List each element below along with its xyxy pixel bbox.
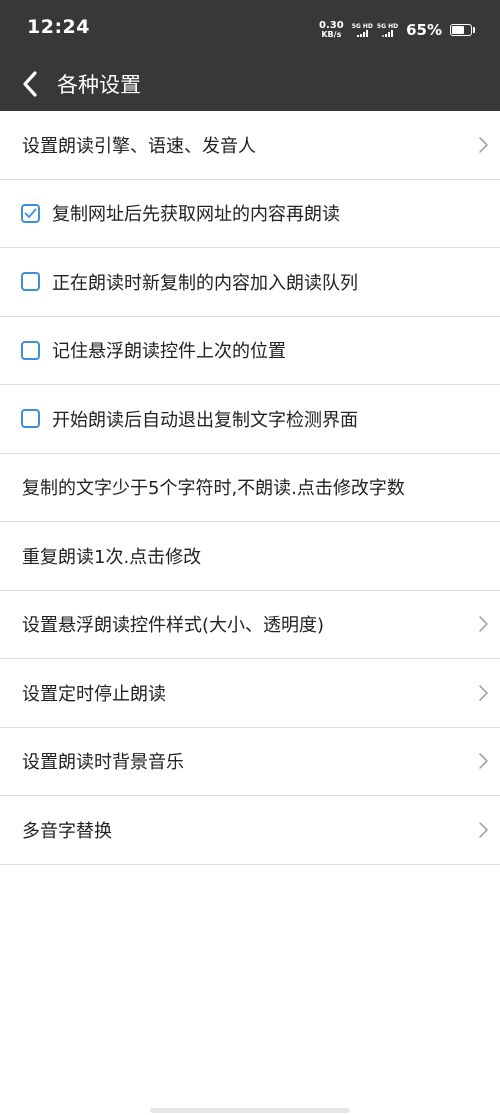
- setting-label: 开始朗读后自动退出复制文字检测界面: [52, 409, 358, 431]
- status-icons: 0.30 KB/s 5G HD 5G HD 65%: [319, 18, 475, 42]
- setting-row[interactable]: 记住悬浮朗读控件上次的位置: [0, 317, 500, 385]
- setting-label: 设置朗读引擎、语速、发音人: [22, 135, 256, 157]
- checkbox-unchecked[interactable]: [21, 409, 40, 429]
- checkbox-checked[interactable]: [21, 203, 40, 223]
- setting-label: 设置朗读时背景音乐: [22, 752, 184, 774]
- network-speed: 0.30 KB/s: [319, 21, 344, 39]
- setting-row[interactable]: 设置定时停止朗读: [0, 659, 500, 728]
- setting-row[interactable]: 开始朗读后自动退出复制文字检测界面: [0, 385, 500, 454]
- chevron-right-icon: [479, 685, 488, 701]
- sim1-label: 5G HD: [351, 23, 373, 30]
- battery-percent: 65%: [406, 21, 442, 39]
- app-bar: 各种设置: [0, 58, 500, 111]
- setting-label: 设置定时停止朗读: [22, 683, 166, 705]
- network-speed-unit: KB/s: [321, 30, 342, 39]
- home-indicator[interactable]: [150, 1108, 350, 1113]
- page-title: 各种设置: [57, 73, 141, 97]
- status-bar: 12:24 0.30 KB/s 5G HD 5G HD 65%: [0, 0, 500, 58]
- sim2-signal-icon: 5G HD: [377, 23, 398, 37]
- setting-row[interactable]: 重复朗读1次.点击修改: [0, 522, 500, 591]
- chevron-right-icon: [479, 137, 488, 153]
- setting-row[interactable]: 复制的文字少于5个字符时,不朗读.点击修改字数: [0, 454, 500, 522]
- setting-label: 重复朗读1次.点击修改: [22, 546, 202, 568]
- battery-fill: [452, 26, 464, 34]
- chevron-right-icon: [479, 822, 488, 838]
- setting-label: 复制的文字少于5个字符时,不朗读.点击修改字数: [22, 478, 405, 500]
- chevron-right-icon: [479, 616, 488, 632]
- setting-label: 正在朗读时新复制的内容加入朗读队列: [52, 272, 358, 294]
- setting-label: 记住悬浮朗读控件上次的位置: [52, 341, 286, 363]
- setting-row[interactable]: 设置悬浮朗读控件样式(大小、透明度): [0, 591, 500, 659]
- setting-label: 多音字替换: [22, 820, 112, 842]
- sim2-label: 5G HD: [376, 23, 399, 30]
- battery-icon: [450, 24, 475, 36]
- setting-label: 设置悬浮朗读控件样式(大小、透明度): [22, 615, 325, 637]
- checkbox-unchecked[interactable]: [21, 340, 40, 360]
- setting-row[interactable]: 正在朗读时新复制的内容加入朗读队列: [0, 248, 500, 317]
- setting-row[interactable]: 设置朗读引擎、语速、发音人: [0, 111, 500, 180]
- setting-row[interactable]: 多音字替换: [0, 796, 500, 865]
- setting-label: 复制网址后先获取网址的内容再朗读: [52, 204, 340, 226]
- chevron-left-icon: [23, 71, 37, 97]
- back-button[interactable]: [12, 64, 48, 104]
- setting-row[interactable]: 设置朗读时背景音乐: [0, 728, 500, 796]
- sim1-signal-icon: 5G HD: [352, 23, 373, 37]
- chevron-right-icon: [479, 753, 488, 769]
- status-time: 12:24: [27, 16, 90, 38]
- signal-group: 5G HD 5G HD: [352, 23, 398, 37]
- checkmark-icon: [24, 208, 37, 218]
- settings-list: 设置朗读引擎、语速、发音人复制网址后先获取网址的内容再朗读 正在朗读时新复制的内容…: [0, 111, 500, 865]
- checkbox-unchecked[interactable]: [21, 272, 40, 292]
- setting-row[interactable]: 复制网址后先获取网址的内容再朗读: [0, 180, 500, 248]
